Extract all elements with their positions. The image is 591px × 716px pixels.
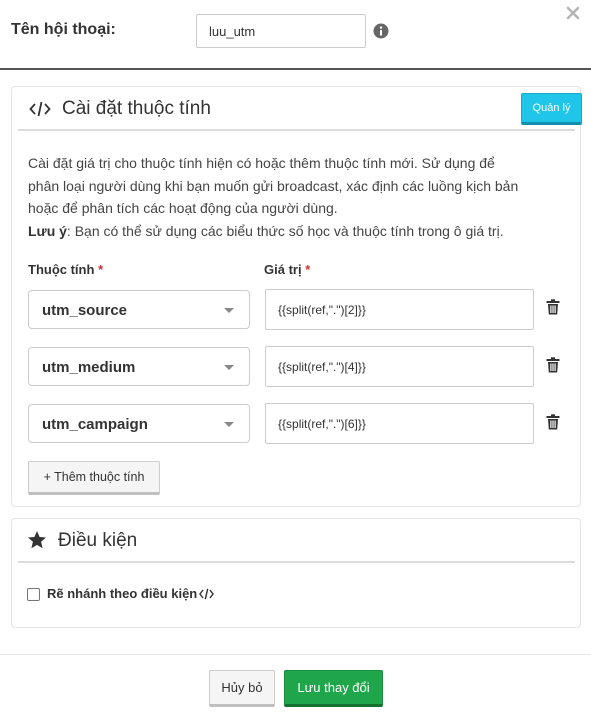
conditions-card: Điều kiện Rẽ nhánh theo điều kiện	[11, 518, 581, 628]
attribute-header-text: Thuộc tính	[28, 262, 95, 277]
value-input-utm-medium[interactable]	[265, 346, 534, 387]
attribute-description: Cài đặt giá trị cho thuộc tính hiện có h…	[28, 152, 558, 242]
attribute-select-value: utm_source	[42, 302, 128, 319]
dialog-header: Tên hội thoại:	[0, 0, 591, 70]
close-icon[interactable]	[565, 5, 581, 21]
conversation-name-label: Tên hội thoại:	[11, 21, 116, 38]
branch-by-condition-checkbox[interactable]	[27, 588, 40, 601]
star-icon	[28, 531, 46, 549]
value-header-text: Giá trị	[264, 262, 302, 277]
value-input-utm-source[interactable]	[265, 289, 534, 330]
trash-icon[interactable]	[546, 414, 560, 430]
required-marker: *	[98, 262, 104, 277]
trash-icon[interactable]	[546, 299, 560, 315]
required-marker: *	[305, 262, 311, 277]
conditions-header: Điều kiện	[18, 519, 575, 563]
attribute-select-utm-campaign[interactable]: utm_campaign	[28, 404, 250, 443]
description-line: Cài đặt giá trị cho thuộc tính hiện có h…	[28, 155, 495, 171]
note-text: : Bạn có thể sử dụng các biểu thức số họ…	[66, 222, 504, 239]
chevron-down-icon	[224, 365, 234, 370]
dialog-footer: Hủy bỏ Lưu thay đổi	[0, 654, 591, 716]
attribute-select-utm-medium[interactable]: utm_medium	[28, 347, 250, 386]
attribute-select-value: utm_medium	[42, 359, 136, 376]
save-changes-button[interactable]: Lưu thay đổi	[284, 670, 383, 707]
branch-by-condition-label[interactable]: Rẽ nhánh theo điều kiện	[47, 586, 197, 601]
note-line: Lưu ý: Bạn có thể sử dụng các biểu thức …	[28, 220, 558, 243]
code-icon	[199, 588, 214, 600]
value-input-utm-campaign[interactable]	[265, 403, 534, 444]
conditions-title: Điều kiện	[58, 530, 138, 551]
attribute-settings-title: Cài đặt thuộc tính	[62, 98, 211, 119]
attribute-select-value: utm_campaign	[42, 416, 148, 433]
add-attribute-button[interactable]: + Thêm thuộc tính	[28, 461, 160, 495]
note-label: Lưu ý	[28, 222, 67, 239]
value-column-header: Giá trị *	[264, 262, 310, 277]
chevron-down-icon	[224, 422, 234, 427]
attribute-select-utm-source[interactable]: utm_source	[28, 290, 250, 329]
attribute-column-header: Thuộc tính *	[28, 262, 103, 277]
code-icon	[29, 101, 51, 117]
conversation-name-input[interactable]	[196, 14, 366, 48]
chevron-down-icon	[224, 308, 234, 313]
manage-button[interactable]: Quản lý	[521, 93, 582, 125]
attribute-settings-header: Cài đặt thuộc tính Quản lý	[18, 87, 582, 131]
cancel-button[interactable]: Hủy bỏ	[209, 670, 275, 707]
description-line: phân loại người dùng khi bạn muốn gửi br…	[28, 177, 519, 194]
attribute-settings-card: Cài đặt thuộc tính Quản lý Cài đặt giá t…	[11, 86, 582, 507]
info-circle-icon[interactable]	[373, 23, 389, 39]
description-line: hoặc để phân tích các hoạt động của ngườ…	[28, 200, 338, 216]
trash-icon[interactable]	[546, 357, 560, 373]
